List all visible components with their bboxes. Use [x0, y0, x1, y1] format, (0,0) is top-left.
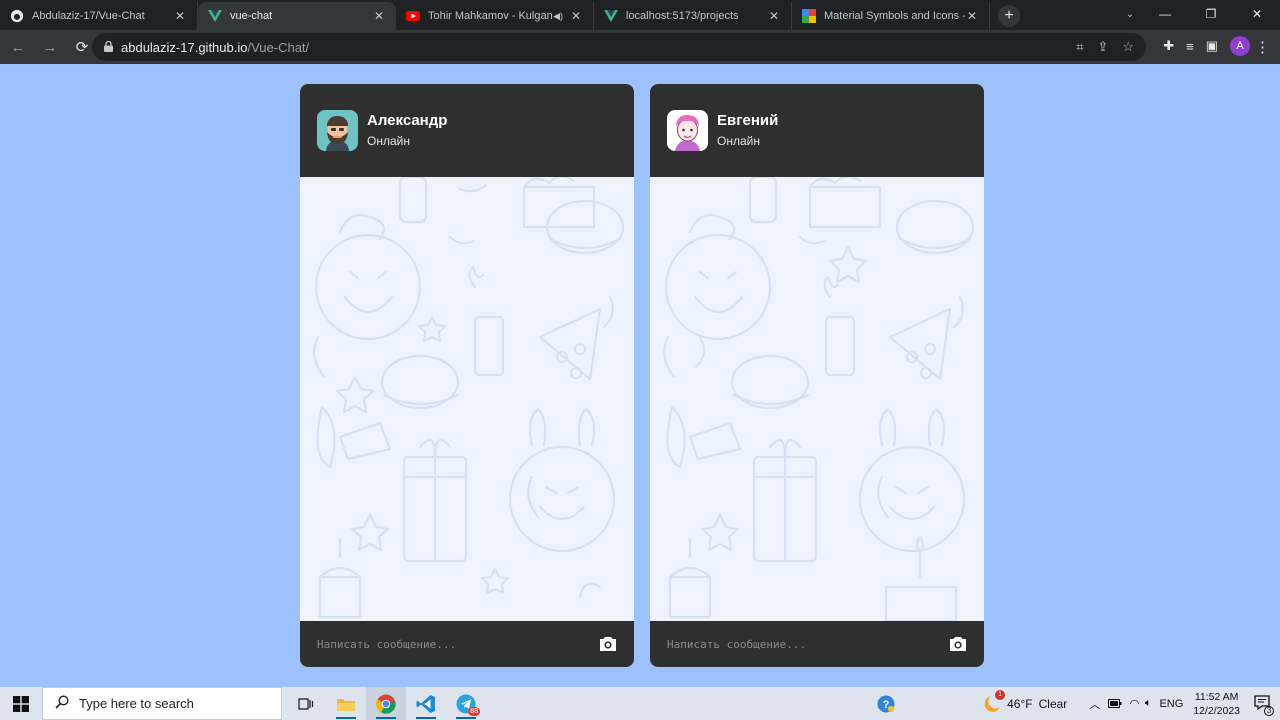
- message-area: [650, 177, 984, 621]
- windows-start-icon[interactable]: [0, 687, 42, 720]
- menu-kebab-icon[interactable]: ⋮: [1255, 38, 1270, 56]
- tab-title: localhost:5173/projects: [626, 10, 739, 22]
- volume-icon[interactable]: 🔈︎: [1145, 697, 1152, 710]
- message-input[interactable]: [667, 637, 949, 651]
- new-tab-button[interactable]: +: [998, 5, 1020, 27]
- vue-icon: [208, 9, 222, 23]
- chat-header: Александр Онлайн: [300, 84, 634, 177]
- page-content: Александр Онлайн Написать сообщение... Е…: [0, 64, 1280, 687]
- tab-localhost[interactable]: localhost:5173/projects ✕: [594, 2, 792, 30]
- close-window-icon[interactable]: ✕: [1234, 0, 1280, 28]
- bearded-man-avatar: [317, 110, 358, 151]
- message-composer: [300, 621, 634, 667]
- tab-search-chevron-icon[interactable]: ⌄: [1118, 4, 1142, 24]
- tab-youtube[interactable]: Tohir Mahkamov - Kulganim ◀) ✕: [396, 2, 594, 30]
- url-path: /Vue-Chat/: [247, 39, 310, 55]
- message-area: [300, 177, 634, 621]
- notification-count: 3: [1264, 705, 1274, 716]
- window-controls: — ❐ ✕: [1142, 0, 1280, 30]
- minimize-icon[interactable]: —: [1142, 0, 1188, 28]
- doodle-background: [663, 177, 975, 621]
- chevron-up-icon[interactable]: ︿: [1089, 696, 1100, 712]
- language-indicator[interactable]: ENG: [1159, 698, 1183, 710]
- chrome-icon[interactable]: [366, 687, 406, 720]
- notifications-icon[interactable]: 3: [1254, 694, 1274, 716]
- youtube-icon: [406, 9, 420, 23]
- media-control-icon[interactable]: ≡: [1186, 39, 1194, 54]
- message-composer: [650, 621, 984, 667]
- telegram-badge: 88: [468, 707, 480, 716]
- clock-time: 11:52 AM: [1194, 690, 1239, 703]
- side-panel-icon[interactable]: ▣: [1206, 38, 1218, 54]
- weather-widget[interactable]: 1 46°F Clear: [981, 689, 1068, 714]
- message-input[interactable]: [317, 637, 599, 651]
- file-explorer-icon[interactable]: [326, 687, 366, 720]
- doodle-background: [313, 177, 625, 619]
- tab-title: Abdulaziz-17/Vue-Chat: [32, 10, 145, 22]
- weather-temp: 46°F: [1007, 696, 1033, 711]
- camera-icon[interactable]: [949, 636, 967, 652]
- profile-avatar[interactable]: A: [1230, 36, 1250, 56]
- material-icon: [802, 9, 816, 23]
- weather-moon-icon: 1: [981, 689, 1006, 714]
- weather-alert-badge: 1: [995, 689, 1006, 700]
- system-tray: 1 46°F Clear ︿ ◜◝ 🔈︎ ENG 11:52 AM 12/2/2…: [981, 687, 1280, 720]
- chat-header: Евгений Онлайн: [650, 84, 984, 177]
- close-tab-icon[interactable]: ✕: [965, 9, 979, 23]
- translate-icon[interactable]: ⌗: [1076, 39, 1083, 55]
- close-tab-icon[interactable]: ✕: [767, 9, 781, 23]
- tab-github[interactable]: Abdulaziz-17/Vue-Chat ✕: [0, 2, 198, 30]
- telegram-icon[interactable]: 88: [446, 687, 486, 720]
- browser-toolbar: ← → ⟳ abdulaziz-17.github.io/Vue-Chat/ ⌗…: [0, 30, 1280, 64]
- clock-date: 12/2/2023: [1193, 704, 1240, 717]
- pink-hair-avatar: [667, 110, 708, 151]
- chat-window-2: Евгений Онлайн: [650, 84, 984, 667]
- weather-text: Clear: [1038, 696, 1068, 711]
- tab-title: Material Symbols and Icons - Go: [824, 10, 965, 22]
- task-view-icon[interactable]: [286, 687, 326, 720]
- wifi-icon[interactable]: ◜◝: [1130, 697, 1139, 710]
- bookmark-star-icon[interactable]: ☆: [1122, 39, 1134, 55]
- taskbar-search-box[interactable]: Type here to search: [42, 687, 282, 720]
- github-icon: [10, 9, 24, 23]
- search-icon: [55, 695, 69, 712]
- windows-taskbar: Type here to search 88 ? 1 46°F Clear ︿ …: [0, 687, 1280, 720]
- back-arrow-icon[interactable]: ←: [4, 33, 32, 61]
- tab-vue-chat[interactable]: vue-chat ✕: [198, 2, 396, 30]
- address-bar[interactable]: abdulaziz-17.github.io/Vue-Chat/ ⌗ ⇪ ☆: [92, 33, 1146, 61]
- camera-icon[interactable]: [599, 636, 617, 652]
- contact-status: Онлайн: [367, 133, 410, 148]
- lock-icon: [104, 40, 113, 55]
- tab-material[interactable]: Material Symbols and Icons - Go ✕: [792, 2, 990, 30]
- share-icon[interactable]: ⇪: [1097, 39, 1108, 55]
- clock[interactable]: 11:52 AM 12/2/2023: [1193, 690, 1240, 718]
- search-placeholder: Type here to search: [79, 696, 194, 711]
- speaker-icon[interactable]: ◀): [553, 11, 563, 22]
- chat-window-1: Александр Онлайн: [300, 84, 634, 667]
- tab-title: Tohir Mahkamov - Kulganim: [428, 10, 554, 22]
- forward-arrow-icon[interactable]: →: [36, 33, 64, 61]
- close-tab-icon[interactable]: ✕: [569, 9, 583, 23]
- contact-name: Александр: [367, 111, 448, 129]
- battery-icon[interactable]: [1108, 697, 1122, 711]
- url-host: abdulaziz-17.github.io: [121, 39, 248, 55]
- contact-name: Евгений: [717, 111, 779, 129]
- extensions-icon[interactable]: ✚: [1163, 38, 1174, 54]
- close-tab-icon[interactable]: ✕: [173, 9, 187, 23]
- help-icon[interactable]: ?: [866, 687, 906, 720]
- tab-strip: Abdulaziz-17/Vue-Chat ✕ vue-chat ✕ Tohir…: [0, 0, 1280, 30]
- restore-icon[interactable]: ❐: [1188, 0, 1234, 28]
- close-tab-icon[interactable]: ✕: [372, 9, 386, 23]
- tab-title: vue-chat: [230, 10, 273, 22]
- contact-status: Онлайн: [717, 133, 760, 148]
- vscode-icon[interactable]: [406, 687, 446, 720]
- vue-icon: [604, 9, 618, 23]
